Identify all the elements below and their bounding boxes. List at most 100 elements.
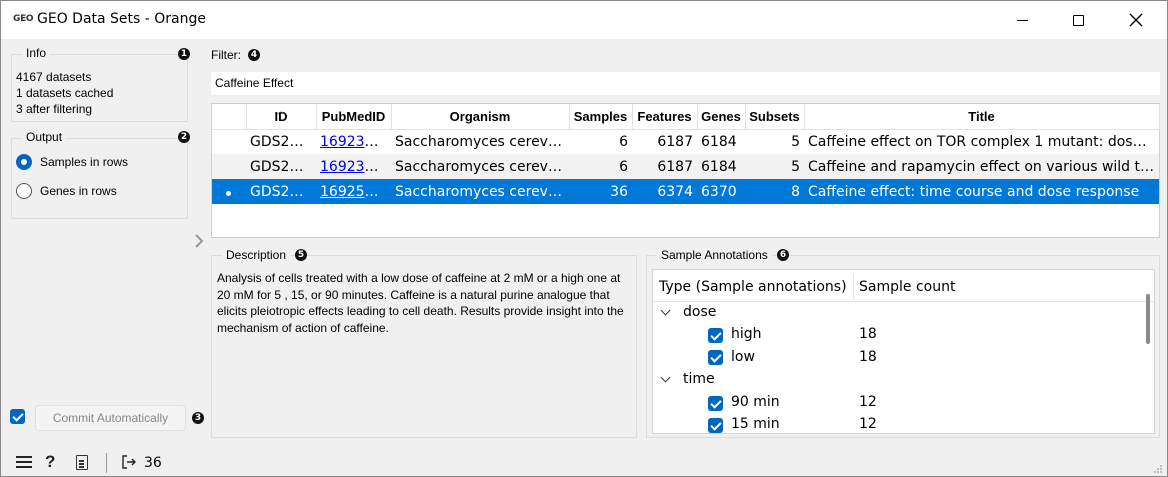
- cell-title: Caffeine effect: time course and dose re…: [804, 179, 1159, 204]
- annotations-tree[interactable]: Type (Sample annotations) Sample count d…: [652, 269, 1155, 434]
- cell-samples: 6: [619, 133, 628, 150]
- status-divider: [106, 453, 107, 473]
- column-divider: [853, 274, 854, 300]
- cell-organism: Saccharomyces cerevisiae: [391, 179, 569, 204]
- cell-features: 6187: [632, 154, 697, 179]
- window-title: GEO Data Sets - Orange: [37, 11, 207, 27]
- tree-group-dose[interactable]: dose: [683, 304, 716, 320]
- help-icon[interactable]: ?: [45, 452, 55, 472]
- column-header-title[interactable]: Title: [804, 104, 1160, 130]
- annotation-checkbox[interactable]: [708, 350, 723, 365]
- column-header-genes[interactable]: Genes: [697, 104, 746, 130]
- resize-grip-icon[interactable]: [1153, 464, 1163, 474]
- column-header-select[interactable]: [212, 104, 247, 130]
- table-row-selected[interactable]: GDS2914 16925551 Saccharomyces cerevisia…: [212, 179, 1159, 204]
- menu-icon[interactable]: [16, 456, 32, 468]
- description-title: Description: [222, 248, 291, 262]
- minimize-button[interactable]: [999, 1, 1045, 39]
- commit-button[interactable]: Commit Automatically: [35, 405, 186, 431]
- column-header-features[interactable]: Features: [632, 104, 698, 130]
- cell-pubmedid: 16923813: [316, 154, 391, 179]
- geo-app-icon: GEO: [13, 14, 34, 24]
- radio-button[interactable]: [16, 183, 32, 199]
- cell-pubmedid: 16925551: [316, 179, 391, 204]
- output-title: Output: [22, 130, 67, 144]
- column-header-id[interactable]: ︿ ID: [246, 104, 317, 130]
- callout-badge-1: 1: [178, 48, 190, 60]
- info-line: 4167 datasets: [16, 70, 92, 84]
- cell-organism: Saccharomyces cerevisiae: [391, 154, 569, 179]
- report-icon[interactable]: [76, 455, 88, 470]
- callout-badge-3: 3: [192, 412, 204, 424]
- pubmed-link[interactable]: 16923813: [320, 159, 391, 175]
- radio-genes-in-rows[interactable]: Genes in rows: [16, 183, 117, 199]
- column-header-samples[interactable]: Samples: [569, 104, 633, 130]
- cell-samples: 6: [569, 154, 632, 179]
- sample-annotations-box: Sample Annotations Type (Sample annotati…: [646, 248, 1160, 438]
- info-line: 1 datasets cached: [16, 86, 114, 100]
- row-marker: [212, 154, 246, 179]
- cell-features: 6374: [632, 179, 697, 204]
- tree-item-label: high: [731, 326, 762, 342]
- cell-id: GDS2338: [246, 154, 316, 179]
- info-title: Info: [22, 46, 51, 60]
- filter-label: Filter:: [211, 48, 241, 62]
- table-row[interactable]: GDS2338 16923813 Saccharomyces cerevisia…: [212, 154, 1159, 179]
- tree-item-label: 15 min: [731, 416, 780, 432]
- cell-id: GDS2336: [250, 133, 316, 150]
- annotation-checkbox[interactable]: [708, 328, 723, 343]
- current-row-dot-icon: [226, 190, 231, 196]
- cell-genes: 6370: [697, 179, 745, 204]
- pubmed-link[interactable]: 16925551: [320, 184, 391, 200]
- cell-subsets: 5: [745, 154, 804, 179]
- callout-badge-5: 5: [295, 249, 307, 261]
- status-bar: ? 36: [1, 447, 1167, 476]
- chevron-right-icon[interactable]: [192, 233, 206, 249]
- column-header-subsets[interactable]: Subsets: [745, 104, 805, 130]
- column-header-count[interactable]: Sample count: [859, 279, 955, 295]
- cell-pubmedid: 16923813: [316, 129, 391, 154]
- cell-features: 6187: [657, 133, 693, 150]
- column-header-pubmedid[interactable]: PubMedID: [316, 104, 392, 130]
- maximize-icon: [1072, 14, 1084, 26]
- radio-label: Samples in rows: [40, 155, 129, 169]
- radio-samples-in-rows[interactable]: Samples in rows: [16, 154, 128, 170]
- tree-item-count: 18: [859, 349, 877, 365]
- cell-genes: 6184: [697, 154, 745, 179]
- sample-annotations-title: Sample Annotations: [657, 248, 772, 262]
- output-box: Output Samples in rows Genes in rows: [11, 130, 188, 219]
- radio-label: Genes in rows: [40, 184, 117, 198]
- column-header-type[interactable]: Type (Sample annotations): [659, 279, 847, 295]
- close-icon: [1129, 13, 1143, 27]
- table-row[interactable]: GDS2336 16923813 Saccharomyces cerevisia…: [212, 129, 1159, 154]
- pubmed-link[interactable]: 16923813: [320, 134, 391, 150]
- minimize-icon: [1016, 19, 1028, 21]
- radio-button-selected[interactable]: [16, 154, 32, 170]
- commit-auto-checkbox[interactable]: [10, 409, 25, 424]
- column-header-organism[interactable]: Organism: [391, 104, 570, 130]
- tree-item-label: 90 min: [731, 394, 780, 410]
- annotation-checkbox[interactable]: [708, 418, 723, 433]
- close-button[interactable]: [1113, 1, 1159, 39]
- tree-header: Type (Sample annotations) Sample count: [653, 270, 1154, 302]
- maximize-button[interactable]: [1055, 1, 1101, 39]
- chevron-down-icon[interactable]: [660, 305, 671, 316]
- chevron-down-icon[interactable]: [660, 372, 671, 383]
- callout-badge-4: 4: [248, 49, 260, 61]
- tree-item-label: low: [731, 349, 755, 365]
- tree-group-time[interactable]: time: [683, 371, 715, 387]
- table-header-row: ︿ ID PubMedID Organism Samples Features G…: [212, 104, 1160, 130]
- cell-subsets: 5: [791, 133, 800, 150]
- row-marker: [212, 179, 246, 204]
- filter-input[interactable]: Caffeine Effect: [211, 72, 1160, 95]
- info-box: Info 4167 datasets 1 datasets cached 3 a…: [11, 46, 188, 122]
- output-count: 36: [144, 455, 162, 471]
- row-marker: [212, 129, 246, 154]
- annotation-checkbox[interactable]: [708, 396, 723, 411]
- title-bar: GEO GEO Data Sets - Orange: [1, 1, 1167, 39]
- tree-scrollbar[interactable]: [1146, 294, 1150, 344]
- tree-item-count: 18: [859, 326, 877, 342]
- cell-subsets: 8: [745, 179, 804, 204]
- info-line: 3 after filtering: [16, 102, 93, 116]
- datasets-table[interactable]: ︿ ID PubMedID Organism Samples Features G…: [211, 103, 1160, 238]
